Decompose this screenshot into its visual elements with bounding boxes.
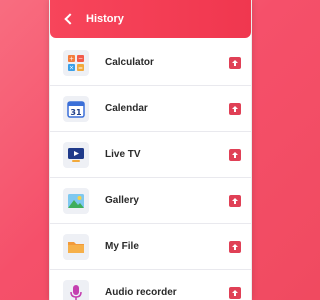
tv-icon	[63, 141, 89, 168]
history-list: + − × = Calculator 31 Calendar Live TV G…	[50, 40, 251, 300]
page-title: History	[86, 13, 124, 25]
list-item-label: My File	[105, 241, 139, 252]
list-item-audio-recorder[interactable]: Audio recorder	[50, 270, 251, 300]
gallery-icon	[63, 187, 89, 214]
list-item-label: Calculator	[105, 57, 154, 68]
folder-icon	[63, 233, 89, 260]
list-item-calendar[interactable]: 31 Calendar	[50, 86, 251, 132]
app-bar: History	[50, 0, 251, 38]
list-item-calculator[interactable]: + − × = Calculator	[50, 40, 251, 86]
arrow-up-icon[interactable]	[229, 102, 241, 115]
phone-screen: History + − × = Calculator 31 Calendar L…	[49, 0, 252, 300]
svg-text:=: =	[78, 64, 83, 71]
list-item-my-file[interactable]: My File	[50, 224, 251, 270]
list-item-label: Live TV	[105, 149, 141, 160]
svg-text:+: +	[69, 55, 74, 62]
calendar-icon: 31	[63, 95, 89, 122]
microphone-icon	[63, 279, 89, 300]
calculator-icon: + − × =	[63, 49, 89, 76]
list-item-label: Calendar	[105, 103, 148, 114]
arrow-up-icon[interactable]	[229, 194, 241, 207]
back-arrow-icon[interactable]	[64, 14, 74, 24]
svg-text:×: ×	[69, 64, 74, 71]
svg-text:31: 31	[70, 108, 82, 117]
svg-text:−: −	[78, 55, 83, 62]
arrow-up-icon[interactable]	[229, 286, 241, 299]
arrow-up-icon[interactable]	[229, 56, 241, 69]
list-item-label: Gallery	[105, 195, 139, 206]
arrow-up-icon[interactable]	[229, 148, 241, 161]
arrow-up-icon[interactable]	[229, 240, 241, 253]
list-item-label: Audio recorder	[105, 287, 177, 298]
list-item-gallery[interactable]: Gallery	[50, 178, 251, 224]
list-item-live-tv[interactable]: Live TV	[50, 132, 251, 178]
